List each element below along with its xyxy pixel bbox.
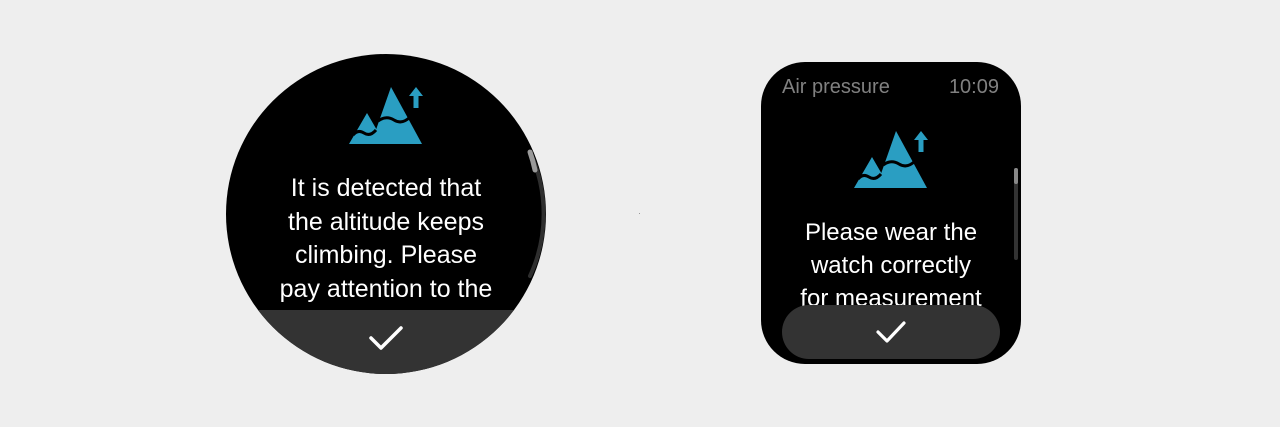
stray-dot: [639, 213, 640, 214]
app-title: Air pressure: [782, 76, 890, 98]
square-watch-screen: Air pressure 10:09 Please wear the watch…: [761, 62, 1021, 364]
clock-time: 10:09: [948, 76, 999, 98]
confirm-button[interactable]: [226, 310, 546, 374]
round-watch-screen: It is detected that the altitude keeps c…: [226, 54, 546, 374]
mountain-up-arrow-icon: [854, 131, 928, 188]
check-icon: [368, 324, 404, 352]
scrollbar-thumb[interactable]: [1014, 168, 1018, 184]
check-icon: [875, 320, 907, 344]
wear-watch-message: Please wear the watch correctly for meas…: [800, 219, 982, 308]
confirm-button[interactable]: [782, 305, 1000, 359]
